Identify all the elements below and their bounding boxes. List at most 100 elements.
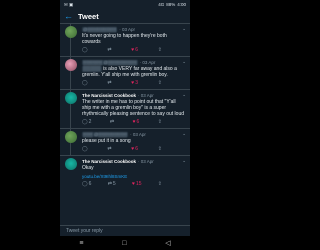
tweet-time: · 03 Apr: [119, 26, 136, 32]
reply-button[interactable]: ◯: [82, 146, 88, 152]
reply-icon: ◯: [82, 146, 88, 152]
user-handle-redacted[interactable]: ▒▒▒ @▒▒▒▒▒▒▒▒▒: [82, 131, 129, 137]
reply-button[interactable]: ◯: [82, 47, 88, 53]
reply-icon: ◯: [82, 80, 88, 86]
retweet-button[interactable]: ⇄: [107, 80, 111, 86]
user-name[interactable]: The Narcissist Cookbook: [82, 93, 136, 98]
tweet-time: · 03 Apr: [139, 59, 156, 65]
chevron-down-icon[interactable]: ⌄: [182, 158, 186, 164]
retweet-icon: ⇄: [107, 80, 112, 86]
retweet-icon: ⇄: [107, 181, 112, 187]
tweet-text: The writer in me has to point out that "…: [82, 99, 185, 117]
tweet-text: please put it in a song: [82, 138, 131, 144]
battery-level: 88%: [166, 2, 176, 7]
tweet-text: Okay: [82, 165, 94, 171]
youtube-link[interactable]: youtu.be/Xt9Ihl8SmKE: [82, 174, 186, 179]
user-handle-redacted[interactable]: ▒▒▒▒▒▒ @▒▒▒▒▒▒▒▒▒: [82, 59, 138, 65]
like-button[interactable]: ♥ 6: [131, 47, 138, 53]
back-arrow-icon[interactable]: ←: [64, 11, 74, 21]
share-button[interactable]: ⇪: [158, 119, 162, 125]
reply-placeholder: Tweet your reply: [66, 228, 103, 234]
avatar[interactable]: [65, 92, 77, 104]
status-bar: ✉ ▣ 4G 88% 4:00: [60, 0, 190, 9]
share-icon: ⇪: [157, 47, 162, 53]
like-button[interactable]: ♥ 6: [133, 119, 140, 125]
tweet-actions: ◯ ⇄ ♥ 6 ⇪: [82, 146, 162, 152]
chevron-down-icon[interactable]: ⌄: [182, 26, 186, 32]
reply-button[interactable]: ◯: [82, 80, 88, 86]
home-nav-button[interactable]: □: [122, 240, 126, 247]
chevron-down-icon[interactable]: ⌄: [182, 131, 186, 137]
tweet-item[interactable]: ▒▒▒ @▒▒▒▒▒▒▒▒▒ · 03 Apr ⌄ please put it …: [60, 129, 190, 156]
like-count: 6: [136, 119, 140, 125]
tweet-item[interactable]: @▒▒▒▒▒▒▒▒▒ · 03 Apr ⌄ It's never going t…: [60, 24, 190, 57]
retweet-button[interactable]: ⇄: [107, 146, 111, 152]
share-icon: ⇪: [157, 146, 162, 152]
retweet-button[interactable]: ⇄: [110, 119, 114, 125]
like-count: 6: [135, 47, 139, 53]
share-button[interactable]: ⇪: [158, 146, 162, 152]
reply-icon: ◯: [82, 47, 88, 53]
network-indicator: 4G: [158, 2, 165, 7]
retweet-button[interactable]: ⇄ 5: [108, 181, 116, 187]
like-button[interactable]: ♥ 6: [131, 146, 138, 152]
avatar[interactable]: [65, 59, 77, 71]
share-button[interactable]: ⇪: [158, 47, 162, 53]
tweet-item[interactable]: The Narcissist Cookbook · 03 Apr ⌄ The w…: [60, 90, 190, 129]
retweet-icon: ⇄: [107, 47, 112, 53]
reply-icon: ◯: [82, 119, 88, 125]
notification-icons: ✉ ▣: [64, 1, 74, 7]
share-icon: ⇪: [157, 80, 162, 86]
reply-button[interactable]: ◯ 6: [82, 181, 91, 187]
reply-input[interactable]: Tweet your reply: [60, 225, 190, 236]
reply-count: 6: [88, 181, 92, 187]
reply-button[interactable]: ◯ 2: [82, 119, 91, 125]
reply-count: 2: [88, 119, 92, 125]
heart-icon: ♥: [131, 80, 135, 86]
tweet-item[interactable]: The Narcissist Cookbook · 03 Apr ⌄ Okay …: [60, 156, 190, 190]
tweet-item[interactable]: ▒▒▒▒▒▒ @▒▒▒▒▒▒▒▒▒ · 03 Apr ⌄ ▒▒▒▒▒ is al…: [60, 57, 190, 90]
back-nav-button[interactable]: ◁: [165, 239, 170, 247]
share-icon: ⇪: [157, 119, 162, 125]
tweet-actions: ◯ 2 ⇄ ♥ 6 ⇪: [82, 119, 162, 125]
retweet-icon: ⇄: [107, 146, 112, 152]
user-name[interactable]: The Narcissist Cookbook: [82, 159, 136, 164]
tweet-time: · 03 Apr: [138, 158, 154, 164]
tweet-actions: ◯ 6 ⇄ 5 ♥ 15 ⇪: [82, 181, 162, 187]
tweet-actions: ◯ ⇄ ♥ 6 ⇪: [82, 47, 162, 53]
like-button[interactable]: ♥ 3: [131, 80, 138, 86]
menu-nav-button[interactable]: ≡: [79, 240, 83, 247]
mention-redacted[interactable]: ▒▒▒▒▒: [82, 66, 102, 72]
retweet-icon: ⇄: [109, 119, 115, 125]
retweet-button[interactable]: ⇄: [107, 47, 111, 53]
avatar[interactable]: [65, 158, 77, 170]
heart-icon: ♥: [132, 119, 136, 125]
share-button[interactable]: ⇪: [158, 80, 162, 86]
tweet-text: It's never going to happen they're both …: [82, 33, 167, 45]
page-title: Tweet: [78, 11, 99, 21]
like-count: 3: [135, 80, 139, 86]
reply-icon: ◯: [82, 181, 88, 187]
like-count: 15: [135, 181, 142, 187]
like-button[interactable]: ♥ 15: [132, 181, 142, 187]
heart-icon: ♥: [131, 181, 135, 187]
chevron-down-icon[interactable]: ⌄: [182, 92, 186, 98]
like-count: 6: [135, 146, 139, 152]
tweet-time: · 03 Apr: [138, 92, 154, 98]
share-icon: ⇪: [157, 181, 162, 187]
chevron-down-icon[interactable]: ⌄: [182, 59, 186, 65]
avatar[interactable]: [65, 131, 77, 143]
retweet-count: 5: [112, 181, 116, 187]
app-header: ← Tweet: [60, 9, 190, 24]
tweet-actions: ◯ ⇄ ♥ 3 ⇪: [82, 80, 162, 86]
clock: 4:00: [177, 2, 186, 7]
tweet-time: · 03 Apr: [130, 131, 146, 137]
avatar[interactable]: [65, 26, 77, 38]
heart-icon: ♥: [131, 146, 135, 152]
user-handle-redacted[interactable]: @▒▒▒▒▒▒▒▒▒: [82, 26, 118, 32]
heart-icon: ♥: [131, 47, 135, 53]
system-nav-bar: ≡ □ ◁: [60, 236, 190, 250]
tweet-text: ▒▒▒▒▒ is also VERY far away and also a g…: [82, 66, 186, 78]
share-button[interactable]: ⇪: [158, 181, 162, 187]
phone-screen: ✉ ▣ 4G 88% 4:00 ← Tweet @▒▒▒▒▒▒▒▒▒ · 03 …: [60, 0, 190, 250]
